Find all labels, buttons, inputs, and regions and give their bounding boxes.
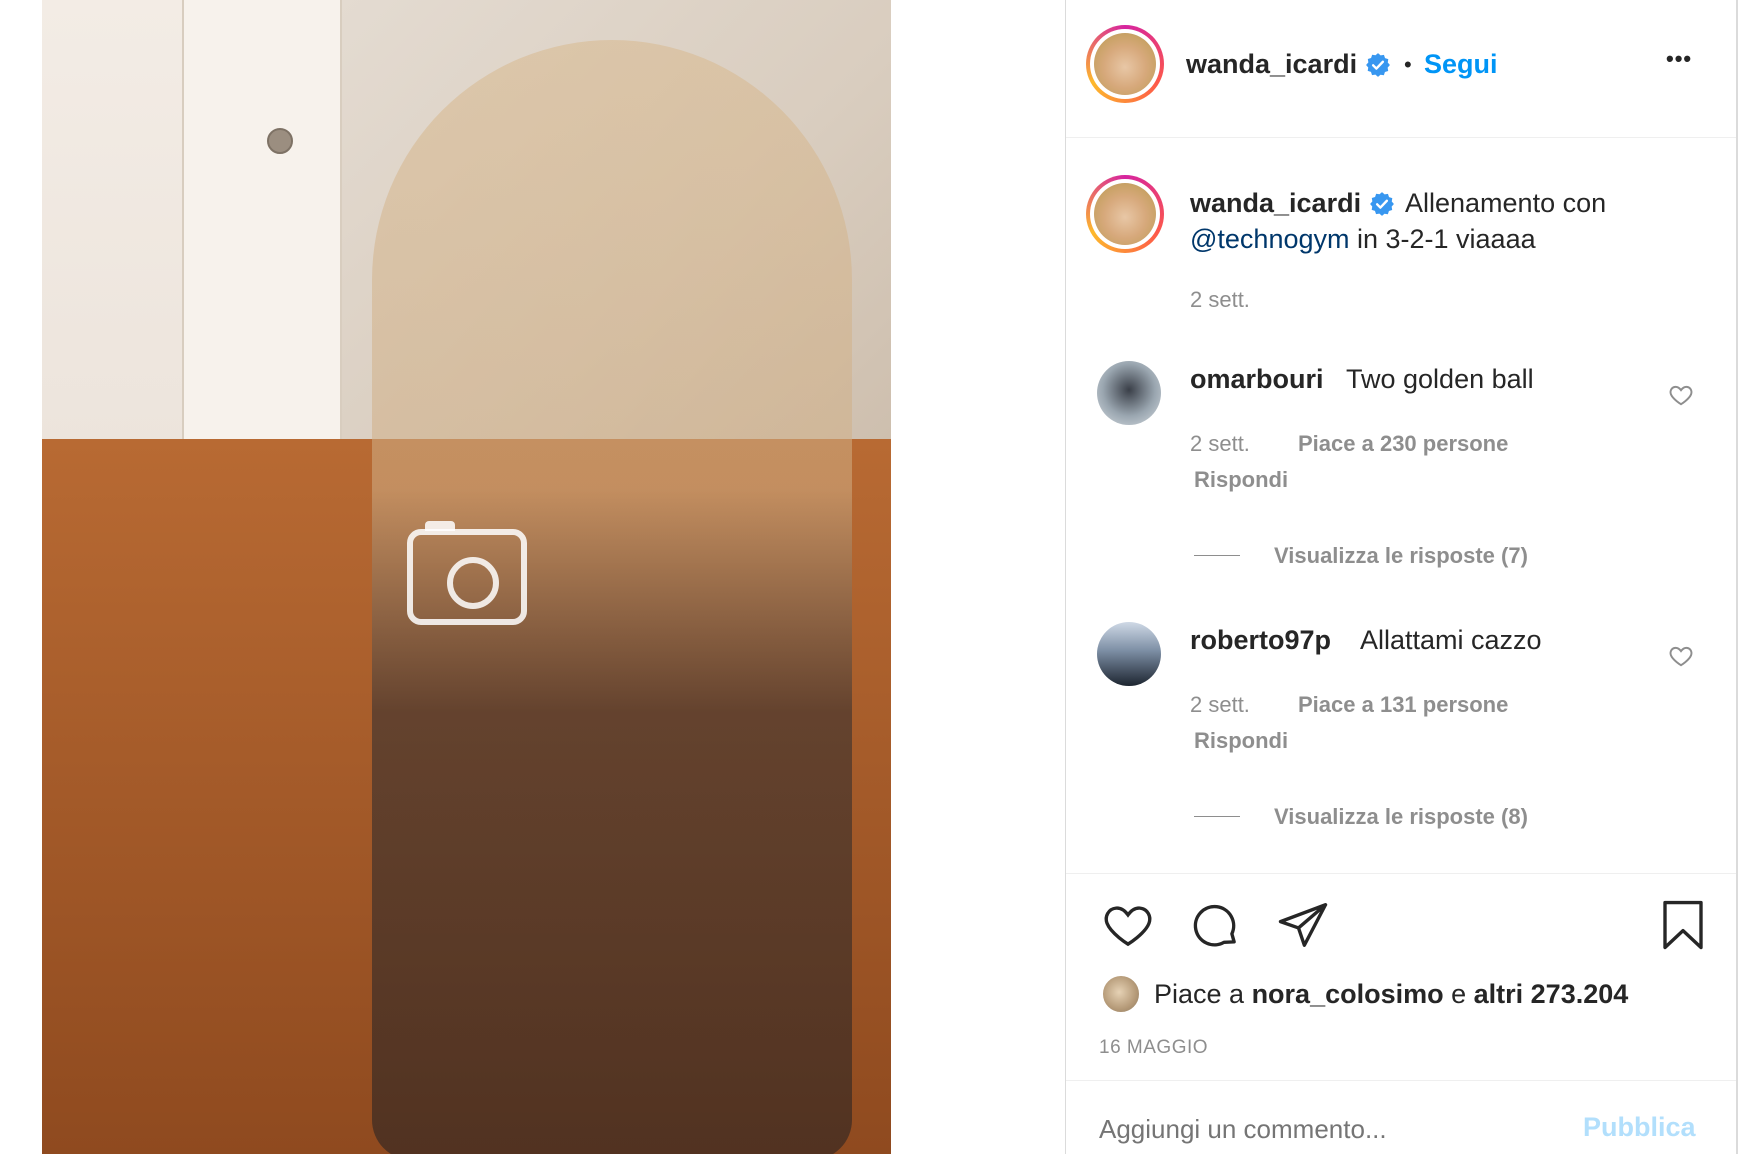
caption-avatar[interactable] <box>1086 175 1164 253</box>
likes-user-link[interactable]: nora_colosimo <box>1252 979 1444 1009</box>
post-image[interactable] <box>42 0 891 1154</box>
comment-reply-button[interactable]: Rispondi <box>1194 728 1288 754</box>
comment-time[interactable]: 2 sett. <box>1190 431 1250 457</box>
actions-divider <box>1066 873 1738 874</box>
header-divider <box>1066 137 1738 138</box>
comment-text: Two golden ball <box>1346 364 1534 394</box>
header-avatar[interactable] <box>1086 25 1164 103</box>
likes-prefix: Piace a <box>1154 979 1252 1009</box>
view-replies-line <box>1194 816 1240 817</box>
comment-avatar-omarbouri[interactable] <box>1097 361 1161 425</box>
caption-mention-link[interactable]: @technogym <box>1190 224 1349 254</box>
comment-reply-button[interactable]: Rispondi <box>1194 467 1288 493</box>
instagram-post-page: wanda_icardi • Segui ••• wanda_icardi Al… <box>0 0 1738 1154</box>
like-heart-icon[interactable] <box>1101 898 1155 952</box>
share-send-icon[interactable] <box>1276 898 1330 952</box>
follow-button[interactable]: Segui <box>1424 49 1498 80</box>
post-date[interactable]: 16 MAGGIO <box>1099 1037 1208 1059</box>
verified-badge-icon <box>1366 53 1390 77</box>
caption-time[interactable]: 2 sett. <box>1190 287 1250 313</box>
save-bookmark-icon[interactable] <box>1658 898 1708 952</box>
caption-text-after: in 3-2-1 viaaaa <box>1349 224 1536 254</box>
caption-verified-badge-icon <box>1370 192 1394 216</box>
comment-likes-count[interactable]: Piace a 131 persone <box>1298 692 1508 718</box>
comment-bubble-icon[interactable] <box>1188 898 1242 952</box>
comment-username[interactable]: omarbouri <box>1190 364 1324 395</box>
comment-likes-count[interactable]: Piace a 230 persone <box>1298 431 1508 457</box>
view-replies-button[interactable]: Visualizza le risposte (8) <box>1274 804 1528 830</box>
comment-like-heart-icon[interactable] <box>1668 643 1694 669</box>
post-side-panel: wanda_icardi • Segui ••• wanda_icardi Al… <box>1065 0 1738 1154</box>
publish-button[interactable]: Pubblica <box>1583 1112 1696 1143</box>
likes-summary[interactable]: Piace a nora_colosimo e altri 273.204 <box>1154 979 1628 1010</box>
comment-time[interactable]: 2 sett. <box>1190 692 1250 718</box>
likes-others-link[interactable]: altri 273.204 <box>1474 979 1629 1009</box>
comment-text: Allattami cazzo <box>1360 625 1542 655</box>
post-image-knob <box>267 128 293 154</box>
header-separator: • <box>1404 52 1412 77</box>
more-options-icon[interactable]: ••• <box>1666 46 1692 72</box>
comment-like-heart-icon[interactable] <box>1668 382 1694 408</box>
comment-avatar-roberto97p[interactable] <box>1097 622 1161 686</box>
photo-placeholder-icon <box>406 521 527 625</box>
caption-text-line2: @technogym in 3-2-1 viaaaa <box>1190 224 1536 255</box>
likes-avatar[interactable] <box>1101 974 1141 1014</box>
comment-username[interactable]: roberto97p <box>1190 625 1331 656</box>
add-comment-input[interactable] <box>1099 1107 1539 1151</box>
header-username[interactable]: wanda_icardi <box>1186 49 1357 80</box>
comment-box-divider <box>1066 1080 1738 1081</box>
caption-username[interactable]: wanda_icardi <box>1190 188 1361 219</box>
likes-middle: e <box>1443 979 1474 1009</box>
view-replies-button[interactable]: Visualizza le risposte (7) <box>1274 543 1528 569</box>
caption-text-line1: Allenamento con <box>1405 188 1607 218</box>
view-replies-line <box>1194 555 1240 556</box>
